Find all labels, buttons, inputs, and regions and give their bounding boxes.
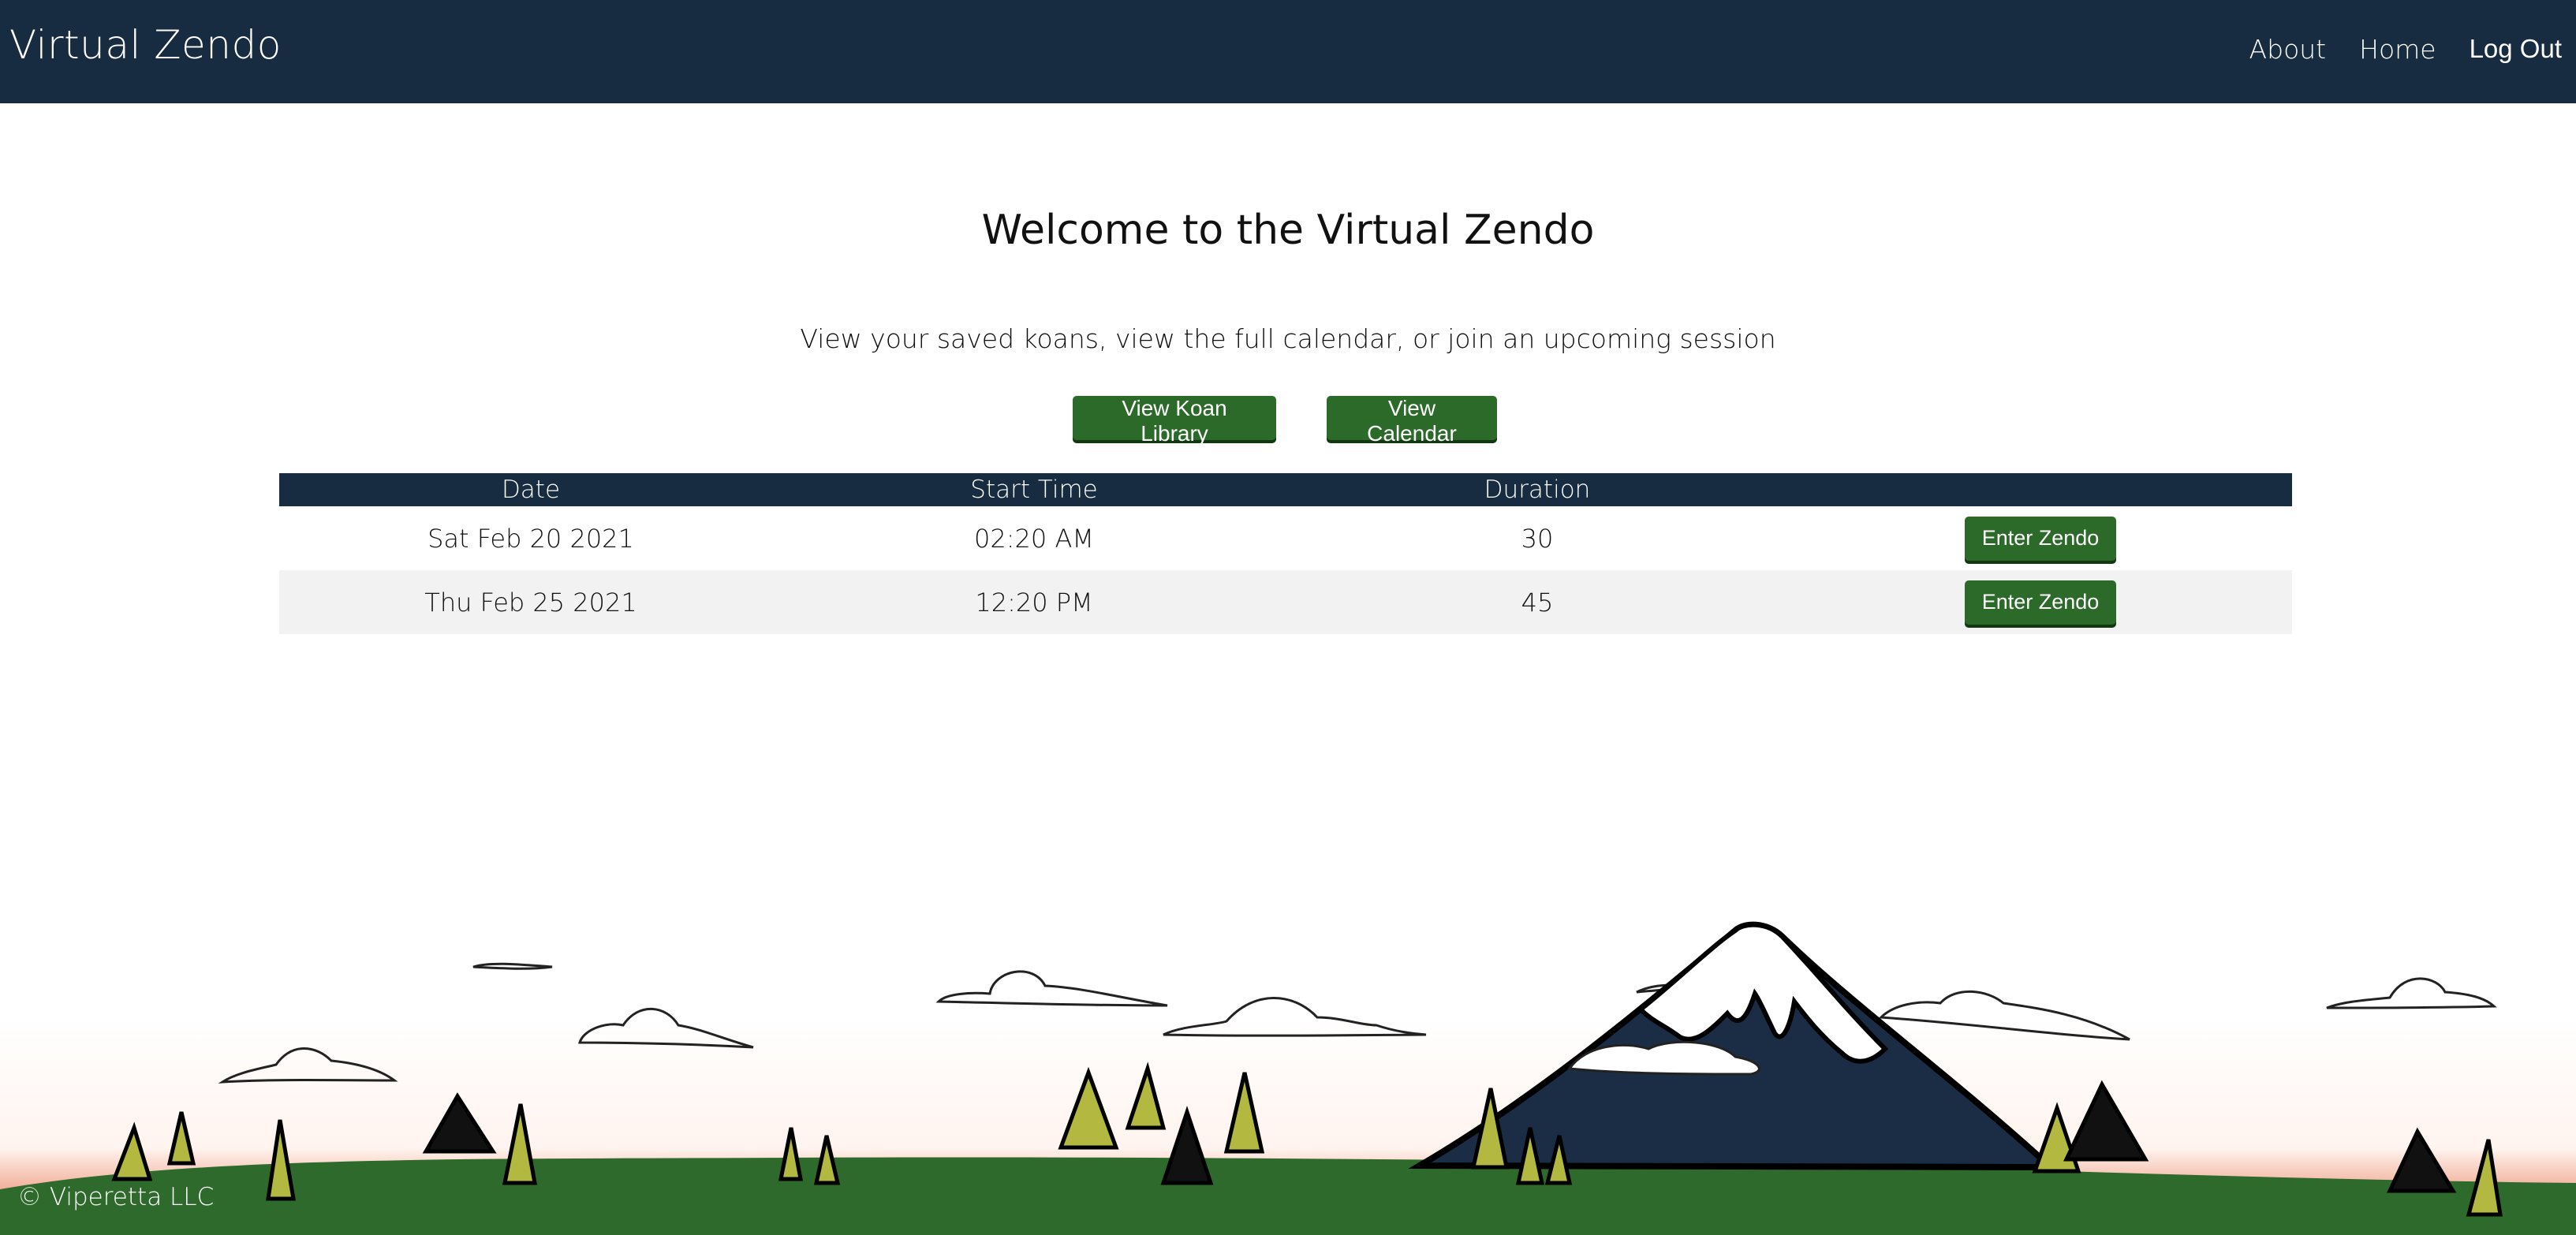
session-date: Sat Feb 20 2021 [427,523,634,554]
footer-copyright: © Viperetta LLC [17,1183,215,1211]
table-row: Thu Feb 25 2021 12:20 PM 45 Enter Zendo [279,570,2292,634]
page-subtitle: View your saved koans, view the full cal… [800,323,1776,354]
top-navbar: Virtual Zendo About Home Log Out [0,0,2576,103]
table-header-row: Date Start Time Duration [279,473,2292,506]
session-date: Thu Feb 25 2021 [279,570,782,634]
column-header-action [1789,473,2292,506]
nav-links: About Home Log Out [2249,34,2562,65]
nav-home-link[interactable]: Home [2359,34,2436,65]
session-action-cell: Enter Zendo [1789,570,2292,634]
page-title: Welcome to the Virtual Zendo [981,207,1595,254]
mountain-landscape-illustration [0,921,2576,1235]
session-action-cell: Enter Zendo [1789,506,2292,570]
session-duration: 45 [1286,570,1789,634]
enter-zendo-button[interactable]: Enter Zendo [1965,580,2116,625]
session-start-time: 12:20 PM [782,570,1286,634]
view-koan-library-button[interactable]: View Koan Library [1073,396,1276,446]
nav-about-link[interactable]: About [2249,34,2327,65]
sessions-table: Date Start Time Duration Sat Feb 20 2021… [279,473,2292,634]
column-header-duration: Duration [1286,473,1789,506]
nav-logout-link[interactable]: Log Out [2470,34,2562,65]
column-header-date: Date [279,473,782,506]
column-header-start-time: Start Time [782,473,1286,506]
view-calendar-button[interactable]: View Calendar [1327,396,1497,446]
table-row: Sat Feb 20 2021 02:20 AM 30 Enter Zendo [279,506,2292,570]
brand-logo-text[interactable]: Virtual Zendo [9,22,282,68]
session-start-time: 02:20 AM [974,523,1094,554]
session-duration: 30 [1521,523,1554,554]
enter-zendo-button[interactable]: Enter Zendo [1965,516,2116,561]
